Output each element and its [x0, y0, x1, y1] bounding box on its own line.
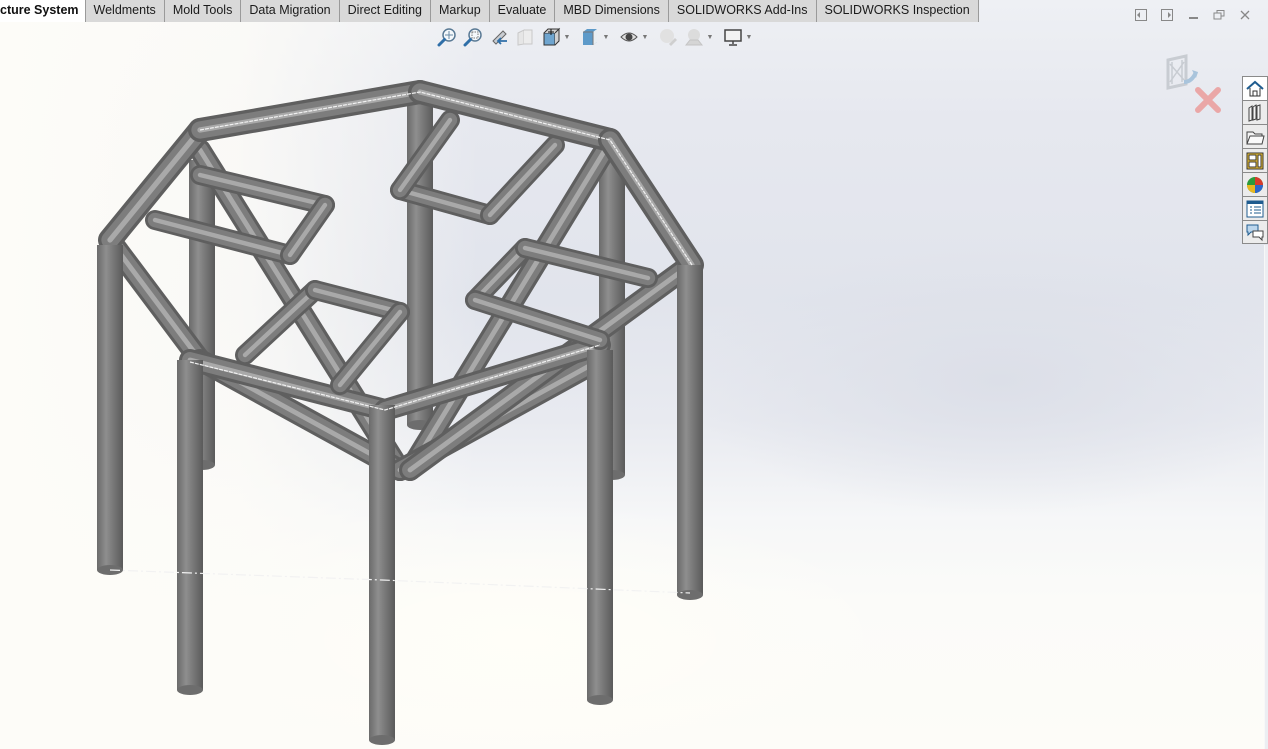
- command-manager-tabs: cture System Weldments Mold Tools Data M…: [0, 0, 979, 22]
- hide-show-items-dropdown[interactable]: ▼: [641, 26, 649, 48]
- view-settings-icon[interactable]: [722, 26, 744, 48]
- leg-front-center[interactable]: [369, 405, 395, 745]
- tab-evaluate[interactable]: Evaluate: [489, 0, 556, 22]
- leg-mid-right[interactable]: [587, 350, 613, 705]
- inner-frame-a3[interactable]: [330, 302, 410, 395]
- appearances-icon[interactable]: [1242, 172, 1268, 196]
- viewport-edge: [1264, 245, 1268, 749]
- exit-sketch-icon[interactable]: [1166, 54, 1198, 90]
- tab-weldments[interactable]: Weldments: [85, 0, 165, 22]
- hide-show-items-icon[interactable]: [618, 26, 640, 48]
- inner-frame-a2[interactable]: [305, 280, 410, 322]
- confirmation-corner: [1162, 52, 1222, 114]
- tab-direct-editing[interactable]: Direct Editing: [339, 0, 431, 22]
- tab-solidworks-inspection[interactable]: SOLIDWORKS Inspection: [816, 0, 979, 22]
- forum-icon[interactable]: [1242, 220, 1268, 244]
- leg-front-right[interactable]: [677, 265, 703, 600]
- bracket-mid-right[interactable]: [480, 135, 565, 225]
- display-style-dropdown[interactable]: ▼: [602, 26, 610, 48]
- zoom-to-fit-icon[interactable]: [436, 26, 458, 48]
- cancel-icon[interactable]: [1195, 87, 1221, 113]
- view-orientation-icon[interactable]: [540, 26, 562, 48]
- restore-left-icon[interactable]: [1132, 6, 1150, 24]
- window-controls: [1132, 5, 1254, 25]
- minimize-icon[interactable]: [1184, 6, 1202, 24]
- edit-appearance-icon[interactable]: [657, 26, 679, 48]
- apply-scene-icon[interactable]: [683, 26, 705, 48]
- maximize-icon[interactable]: [1210, 6, 1228, 24]
- section-view-icon[interactable]: [514, 26, 536, 48]
- design-library-icon[interactable]: [1242, 100, 1268, 124]
- tab-markup[interactable]: Markup: [430, 0, 490, 22]
- leg-mid-left[interactable]: [177, 360, 203, 695]
- tab-mold-tools[interactable]: Mold Tools: [164, 0, 242, 22]
- brace-lower-left[interactable]: [99, 229, 211, 371]
- zoom-to-area-icon[interactable]: [462, 26, 484, 48]
- bracket-left-side[interactable]: [280, 195, 335, 265]
- view-orientation-dropdown[interactable]: ▼: [563, 26, 571, 48]
- structure-members: [97, 80, 704, 745]
- previous-view-icon[interactable]: [488, 26, 510, 48]
- structure-model[interactable]: [0, 0, 1268, 749]
- view-settings-dropdown[interactable]: ▼: [745, 26, 753, 48]
- task-pane-tabs: [1242, 76, 1268, 244]
- close-icon[interactable]: [1236, 6, 1254, 24]
- tab-structure-system[interactable]: cture System: [0, 0, 86, 22]
- custom-properties-icon[interactable]: [1242, 196, 1268, 220]
- tab-mbd-dimensions[interactable]: MBD Dimensions: [555, 0, 669, 22]
- file-explorer-icon[interactable]: [1242, 124, 1268, 148]
- heads-up-view-toolbar: ▼ ▼ ▼ ▼ ▼: [436, 25, 757, 49]
- view-palette-icon[interactable]: [1242, 148, 1268, 172]
- tab-solidworks-add-ins[interactable]: SOLIDWORKS Add-Ins: [668, 0, 817, 22]
- display-style-icon[interactable]: [579, 26, 601, 48]
- bracket-left-lower[interactable]: [145, 210, 300, 265]
- tab-data-migration[interactable]: Data Migration: [241, 0, 340, 22]
- leg-front-left[interactable]: [97, 245, 123, 575]
- home-icon[interactable]: [1242, 76, 1268, 100]
- apply-scene-dropdown[interactable]: ▼: [706, 26, 714, 48]
- restore-right-icon[interactable]: [1158, 6, 1176, 24]
